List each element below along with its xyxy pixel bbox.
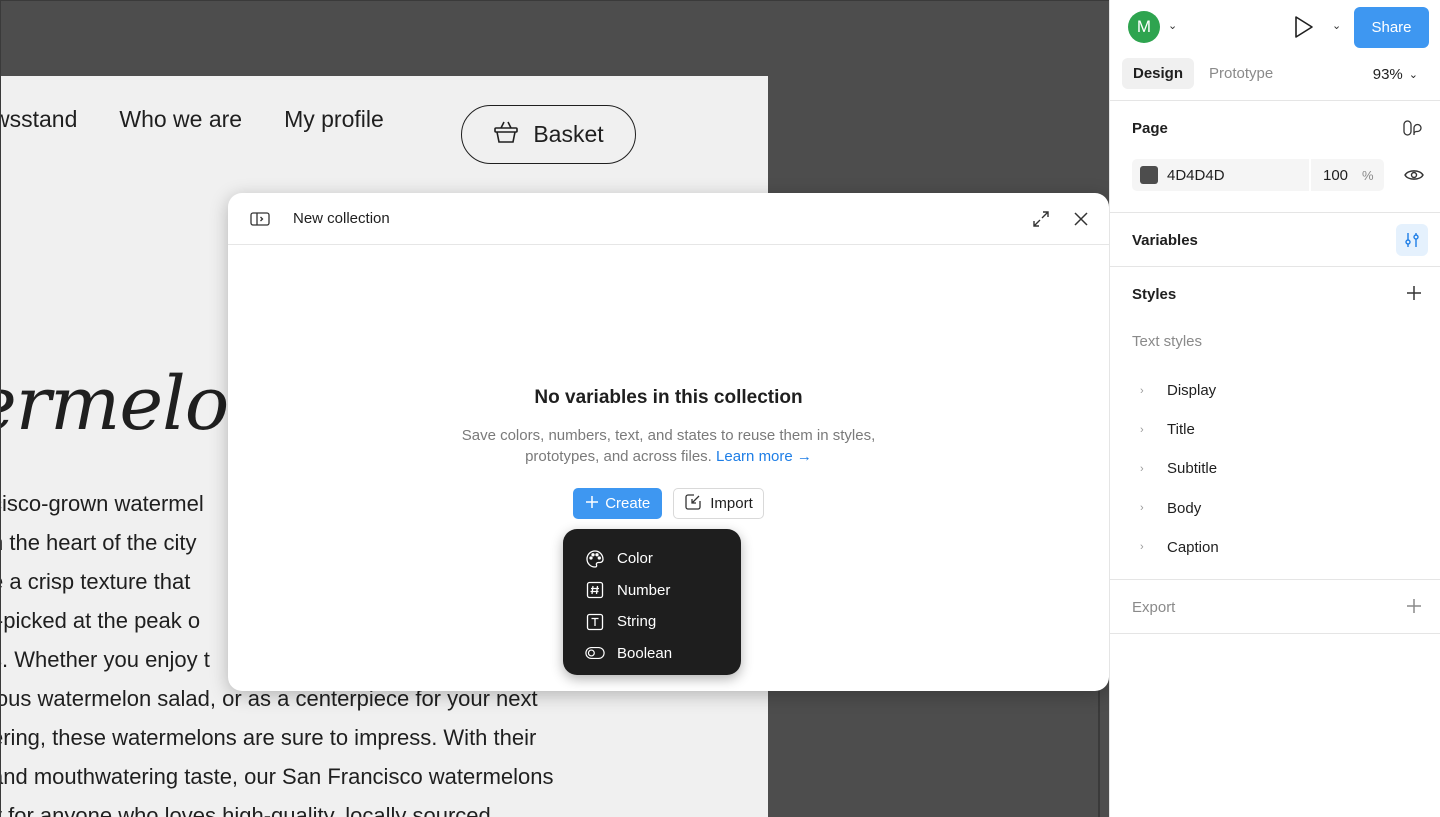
eye-icon[interactable] <box>1404 165 1424 185</box>
export-section: Export <box>1110 580 1440 634</box>
create-button[interactable]: Create <box>573 488 663 519</box>
menu-item-label: Color <box>617 550 653 568</box>
nav-link-newsstand[interactable]: wsstand <box>1 106 77 133</box>
modal-actions <box>1031 209 1091 229</box>
canvas-divider <box>1098 691 1100 817</box>
menu-item-label: Number <box>617 581 671 599</box>
style-item-label: Body <box>1167 499 1202 517</box>
empty-desc-text: Save colors, numbers, text, and states t… <box>461 427 876 465</box>
site-nav: wsstand Who we are My profile <box>1 106 426 133</box>
empty-state-title: No variables in this collection <box>534 387 803 408</box>
zoom-value: 93% <box>1372 66 1403 83</box>
create-label: Create <box>605 495 651 512</box>
avatar[interactable]: M <box>1128 11 1160 43</box>
import-button[interactable]: Import <box>673 488 764 519</box>
menu-item-number[interactable]: Number <box>563 575 741 607</box>
tab-prototype[interactable]: Prototype <box>1198 58 1284 89</box>
basket-label: Basket <box>533 121 604 147</box>
style-item-body[interactable]: › Body <box>1140 489 1219 528</box>
plus-icon <box>585 495 599 513</box>
chevron-right-icon: › <box>1140 502 1144 515</box>
menu-item-color[interactable]: Color <box>563 543 741 575</box>
chevron-right-icon: › <box>1140 462 1144 475</box>
styles-section: Styles Text styles › Display › Title › S… <box>1110 267 1440 580</box>
fill-divider <box>1309 159 1311 191</box>
style-item-display[interactable]: › Display <box>1140 371 1219 410</box>
style-item-subtitle[interactable]: › Subtitle <box>1140 449 1219 488</box>
tab-design[interactable]: Design <box>1122 58 1195 89</box>
zoom-chevron-down-icon: ⌄ <box>1408 69 1418 81</box>
style-item-label: Display <box>1167 382 1217 400</box>
menu-item-label: String <box>617 613 657 631</box>
modal-title: New collection <box>293 210 390 227</box>
add-style-plus-icon[interactable] <box>1406 285 1422 306</box>
properties-panel: M ⌄ ⌄ Share Design Prototype 93% ⌄ Page <box>1109 0 1440 817</box>
sidebar-toggle-icon[interactable] <box>250 209 270 229</box>
empty-state-buttons: Create Import <box>228 488 1109 519</box>
export-section-title: Export <box>1132 599 1176 616</box>
page-section-title: Page <box>1132 120 1168 137</box>
hash-icon <box>585 580 605 600</box>
page-fill-row[interactable]: 4D4D4D 100 % <box>1132 159 1384 191</box>
present-play-icon[interactable] <box>1293 14 1315 40</box>
style-item-label: Caption <box>1167 538 1219 556</box>
chevron-right-icon: › <box>1140 423 1144 436</box>
basket-button[interactable]: Basket <box>461 105 636 164</box>
page-section: Page 4D4D4D 100 % <box>1110 101 1440 213</box>
menu-item-label: Boolean <box>617 644 673 662</box>
page-settings-icon[interactable] <box>1402 119 1424 144</box>
expand-icon[interactable] <box>1031 209 1051 229</box>
basket-icon <box>493 120 519 150</box>
hero-line: y for anyone who loves high-quality, loc… <box>1 803 491 817</box>
panel-tabs: Design Prototype <box>1122 58 1284 89</box>
menu-item-string[interactable]: String <box>563 606 741 638</box>
nav-link-who-we-are[interactable]: Who we are <box>119 106 242 133</box>
nav-link-my-profile[interactable]: My profile <box>284 106 384 133</box>
avatar-chevron-down-icon[interactable]: ⌄ <box>1168 19 1177 32</box>
menu-item-boolean[interactable]: Boolean <box>563 638 741 670</box>
style-item-label: Subtitle <box>1167 460 1218 478</box>
present-chevron-down-icon[interactable]: ⌄ <box>1332 19 1341 32</box>
empty-state-description: Save colors, numbers, text, and states t… <box>459 425 879 467</box>
empty-state: No variables in this collection Save col… <box>228 387 1109 519</box>
page-opacity-value[interactable]: 100 <box>1323 167 1348 184</box>
palette-icon <box>585 549 605 569</box>
variables-adjust-icon[interactable] <box>1396 224 1428 256</box>
create-variable-menu: Color Number String Boolean <box>563 529 741 675</box>
text-style-list: › Display › Title › Subtitle › Body › Ca… <box>1140 371 1219 567</box>
styles-section-title: Styles <box>1132 286 1177 303</box>
style-item-caption[interactable]: › Caption <box>1140 528 1219 567</box>
import-label: Import <box>710 495 753 512</box>
text-styles-label: Text styles <box>1132 333 1203 350</box>
page-opacity-unit: % <box>1362 167 1374 183</box>
zoom-control[interactable]: 93% ⌄ <box>1373 66 1418 83</box>
modal-header: New collection <box>228 193 1109 245</box>
chevron-right-icon: › <box>1140 541 1144 554</box>
text-icon <box>585 612 605 632</box>
add-export-plus-icon[interactable] <box>1406 598 1422 619</box>
variables-section: Variables <box>1110 213 1440 267</box>
style-item-label: Title <box>1167 421 1195 439</box>
learn-more-link[interactable]: Learn more → <box>716 448 812 465</box>
page-color-swatch[interactable] <box>1140 166 1158 184</box>
page-color-hex[interactable]: 4D4D4D <box>1167 167 1309 184</box>
style-item-title[interactable]: › Title <box>1140 410 1219 449</box>
panel-header: M ⌄ ⌄ Share Design Prototype 93% ⌄ <box>1110 0 1440 101</box>
hero-line: ering, these watermelons are sure to imp… <box>1 725 537 750</box>
toggle-icon <box>585 643 605 663</box>
hero-line: and mouthwatering taste, our San Francis… <box>1 764 554 789</box>
share-button[interactable]: Share <box>1354 7 1429 48</box>
variables-section-title: Variables <box>1132 232 1198 249</box>
close-icon[interactable] <box>1071 209 1091 229</box>
chevron-right-icon: › <box>1140 384 1144 397</box>
import-icon <box>684 493 702 515</box>
